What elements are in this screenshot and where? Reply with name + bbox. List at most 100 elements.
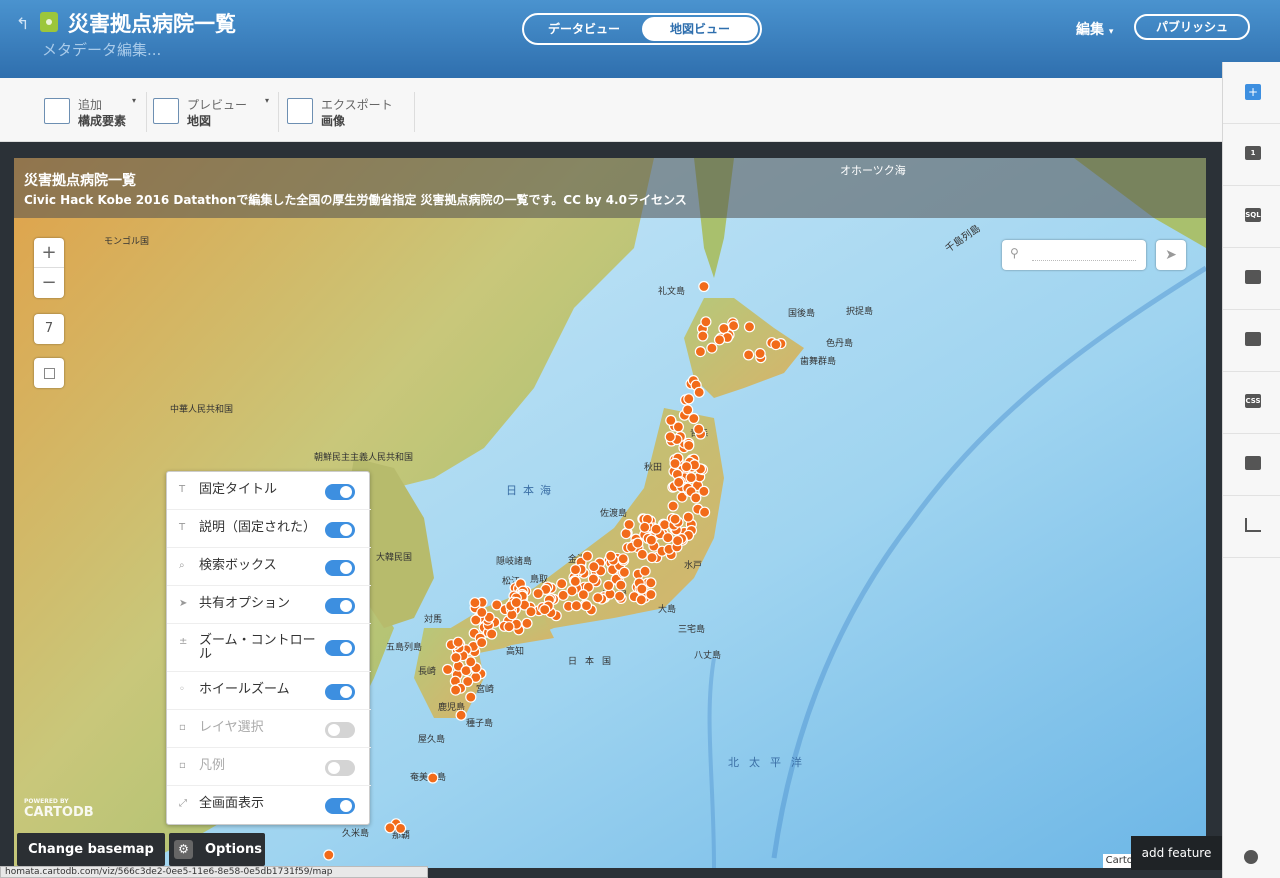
toggle-switch[interactable] xyxy=(325,722,355,738)
hospital-marker[interactable] xyxy=(455,709,467,721)
hospital-marker[interactable] xyxy=(618,566,631,578)
toggle-switch[interactable] xyxy=(325,484,355,500)
hospital-marker[interactable] xyxy=(685,472,697,484)
add-element-button[interactable]: 追加 構成要素 ▾ xyxy=(44,96,140,128)
hospital-marker[interactable] xyxy=(486,628,498,640)
hospital-marker[interactable] xyxy=(615,579,627,591)
hospital-marker[interactable] xyxy=(683,439,695,452)
toggle-switch[interactable] xyxy=(325,598,355,614)
hospital-marker[interactable] xyxy=(650,523,662,535)
hospital-marker[interactable] xyxy=(452,636,464,648)
search-input[interactable] xyxy=(1032,260,1136,261)
hospital-marker[interactable] xyxy=(694,346,707,358)
hospital-marker[interactable] xyxy=(521,617,533,629)
hospital-marker[interactable] xyxy=(727,320,740,332)
page-title[interactable]: 災害拠点病院一覧 xyxy=(68,8,236,38)
hospital-marker[interactable] xyxy=(636,548,648,560)
hospital-marker[interactable] xyxy=(620,528,632,540)
hospital-marker[interactable] xyxy=(635,594,647,606)
hospital-marker[interactable] xyxy=(510,596,522,609)
hospital-marker[interactable] xyxy=(636,583,648,595)
hospital-marker[interactable] xyxy=(693,386,705,398)
hospital-marker[interactable] xyxy=(669,457,681,470)
share-icon[interactable]: ➤ xyxy=(1156,240,1186,270)
hospital-marker[interactable] xyxy=(569,575,581,587)
hospital-marker[interactable] xyxy=(632,537,644,549)
hospital-marker[interactable] xyxy=(570,600,583,612)
toggle-switch[interactable] xyxy=(325,560,355,576)
hospital-marker[interactable] xyxy=(669,513,681,525)
edit-menu[interactable]: 編集 ▾ xyxy=(1076,19,1113,39)
hospital-marker[interactable] xyxy=(566,585,578,597)
hospital-marker[interactable] xyxy=(693,423,705,435)
hospital-marker[interactable] xyxy=(698,506,711,518)
add-layer-button[interactable]: + xyxy=(1223,62,1280,124)
add-feature-button[interactable]: add feature xyxy=(1131,836,1222,870)
hospital-marker[interactable] xyxy=(569,564,582,576)
hospital-marker[interactable] xyxy=(665,414,677,426)
hospital-marker[interactable] xyxy=(476,606,488,618)
hospital-marker[interactable] xyxy=(770,339,782,351)
hospital-marker[interactable] xyxy=(442,663,454,676)
wizard-tab[interactable] xyxy=(1223,248,1280,310)
hospital-marker[interactable] xyxy=(592,592,604,604)
hospital-marker[interactable] xyxy=(742,349,755,361)
preview-map-button[interactable]: プレビュー 地図 ▾ xyxy=(153,96,275,128)
options-button[interactable]: ⚙ Options xyxy=(169,833,265,866)
chart-tab[interactable] xyxy=(1223,496,1280,558)
hospital-marker[interactable] xyxy=(581,550,594,562)
hospital-marker[interactable] xyxy=(605,550,617,562)
hospital-marker[interactable] xyxy=(577,589,590,601)
hospital-marker[interactable] xyxy=(395,822,407,835)
hospital-marker[interactable] xyxy=(662,532,674,544)
hospital-marker[interactable] xyxy=(556,578,568,590)
hospital-marker[interactable] xyxy=(602,579,615,592)
hospital-marker[interactable] xyxy=(667,500,679,512)
legend-tab[interactable] xyxy=(1223,434,1280,496)
change-basemap-button[interactable]: Change basemap xyxy=(17,833,165,866)
edit-metadata-link[interactable]: メタデータ編集... xyxy=(42,39,161,60)
toggle-switch[interactable] xyxy=(325,760,355,776)
tab-map-view[interactable]: 地図ビュー xyxy=(642,17,758,41)
infowindow-tab[interactable] xyxy=(1223,310,1280,372)
hospital-marker[interactable] xyxy=(469,597,481,609)
hospital-marker[interactable] xyxy=(682,511,694,523)
hospital-marker[interactable] xyxy=(697,330,709,342)
hospital-marker[interactable] xyxy=(645,534,658,546)
hospital-marker[interactable] xyxy=(683,393,695,405)
hospital-marker[interactable] xyxy=(532,587,544,600)
hospital-marker[interactable] xyxy=(639,565,651,577)
hospital-marker[interactable] xyxy=(539,604,551,616)
hospital-marker[interactable] xyxy=(700,316,712,328)
hospital-marker[interactable] xyxy=(680,461,693,473)
map-search-box[interactable]: ⚲ xyxy=(1002,240,1146,270)
hospital-marker[interactable] xyxy=(465,691,477,703)
toggle-switch[interactable] xyxy=(325,522,355,538)
hospital-marker[interactable] xyxy=(698,280,710,293)
lock-icon[interactable] xyxy=(40,12,58,32)
hospital-marker[interactable] xyxy=(664,431,676,443)
hospital-marker[interactable] xyxy=(525,606,537,618)
hospital-marker[interactable] xyxy=(323,849,335,861)
hospital-marker[interactable] xyxy=(688,412,700,425)
hospital-marker[interactable] xyxy=(476,637,488,649)
tab-data-view[interactable]: データビュー xyxy=(526,17,642,41)
hospital-marker[interactable] xyxy=(713,334,726,346)
layer-1-tab[interactable]: 1 xyxy=(1223,124,1280,186)
zoom-in-button[interactable]: + xyxy=(34,238,64,268)
hospital-marker[interactable] xyxy=(617,553,629,565)
css-tab[interactable]: CSS xyxy=(1223,372,1280,434)
hospital-marker[interactable] xyxy=(588,561,600,573)
fullscreen-icon[interactable] xyxy=(34,358,64,388)
hospital-marker[interactable] xyxy=(673,476,685,488)
hospital-marker[interactable] xyxy=(613,590,626,602)
hospital-marker[interactable] xyxy=(450,651,462,664)
hospital-marker[interactable] xyxy=(754,347,766,360)
back-arrow-icon[interactable]: ↰ xyxy=(16,14,29,33)
hospital-marker[interactable] xyxy=(639,521,651,533)
toggle-switch[interactable] xyxy=(325,684,355,700)
hospital-marker[interactable] xyxy=(682,404,694,416)
sql-tab[interactable]: SQL xyxy=(1223,186,1280,248)
toggle-switch[interactable] xyxy=(325,640,355,656)
help-icon[interactable] xyxy=(1244,850,1258,864)
